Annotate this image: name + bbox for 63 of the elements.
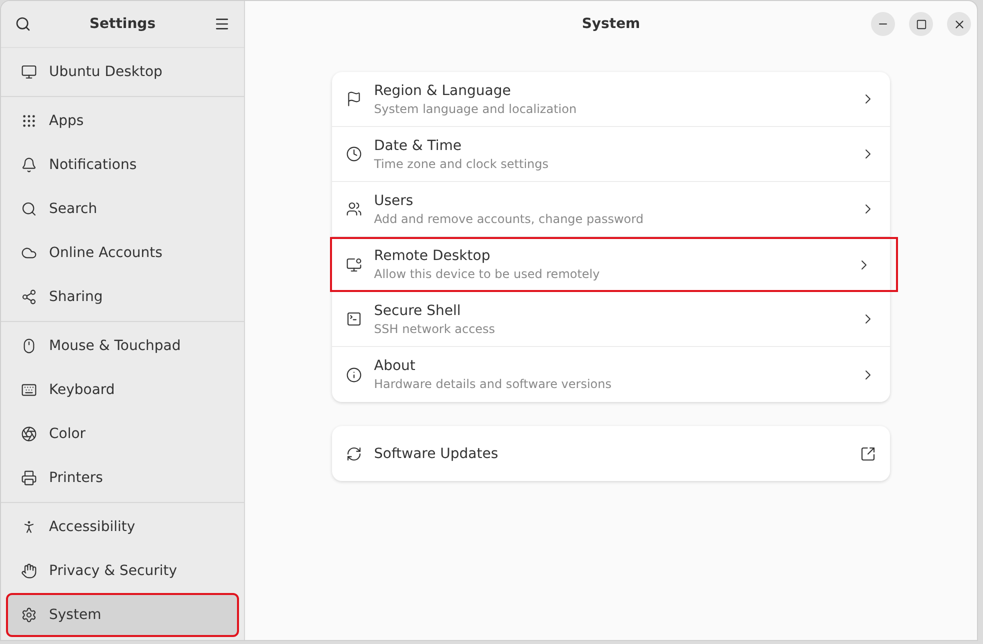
- sidebar-item[interactable]: Search: [6, 187, 239, 231]
- users-icon: [346, 201, 362, 217]
- share-icon: [21, 289, 37, 305]
- settings-row[interactable]: Date & Time Time zone and clock settings: [332, 127, 890, 182]
- search-icon: [15, 16, 31, 32]
- cloud-icon: [21, 245, 37, 261]
- row-title: Region & Language: [374, 82, 512, 98]
- row-subtitle: Allow this device to be used remotely: [374, 267, 601, 281]
- refresh-icon: [346, 446, 362, 462]
- settings-row[interactable]: Secure Shell SSH network access: [332, 292, 890, 347]
- close-icon: [952, 18, 966, 30]
- mouse-icon: [21, 338, 37, 354]
- row-title: Remote Desktop: [374, 248, 492, 264]
- settings-row[interactable]: Users Add and remove accounts, change password: [332, 182, 890, 237]
- monitor-icon: [346, 256, 362, 272]
- sidebar-item[interactable]: Apps: [6, 99, 239, 143]
- gear-icon: [21, 607, 37, 623]
- sidebar-item[interactable]: Accessibility: [6, 505, 239, 549]
- bell-icon: [21, 157, 37, 173]
- menu-button[interactable]: [214, 16, 230, 32]
- sidebar-item[interactable]: System: [6, 593, 239, 637]
- color-wheel-icon: [21, 426, 37, 442]
- sidebar-item[interactable]: Ubuntu Desktop: [6, 50, 239, 94]
- sidebar-title: Settings: [89, 16, 156, 32]
- settings-row[interactable]: About Hardware details and software versions: [332, 347, 890, 402]
- info-icon: [346, 366, 362, 382]
- external-link-icon: [860, 446, 876, 462]
- search-button[interactable]: [15, 16, 31, 32]
- row-title: Secure Shell: [374, 302, 462, 318]
- page-title: System: [582, 16, 640, 32]
- sidebar-item[interactable]: Keyboard: [6, 368, 239, 412]
- row-title: About: [374, 358, 416, 374]
- search-icon: [21, 201, 37, 217]
- settings-row[interactable]: Remote Desktop Allow this device to be used remotely: [330, 237, 898, 292]
- row-title: Users: [374, 192, 414, 208]
- row-subtitle: Add and remove accounts, change password: [374, 212, 644, 226]
- terminal-icon: [346, 311, 362, 327]
- sidebar-item[interactable]: Printers: [6, 456, 239, 500]
- hand-icon: [21, 563, 37, 579]
- sidebar-item[interactable]: Notifications: [6, 143, 239, 187]
- sidebar-item[interactable]: Mouse & Touchpad: [6, 324, 239, 368]
- row-subtitle: Time zone and clock settings: [374, 156, 550, 170]
- flag-icon: [346, 91, 362, 107]
- row-subtitle: System language and localization: [374, 102, 578, 116]
- close-button[interactable]: [947, 12, 971, 36]
- sidebar-item[interactable]: Sharing: [6, 275, 239, 319]
- grid-icon: [21, 113, 37, 129]
- keyboard-icon: [21, 382, 37, 398]
- row-subtitle: SSH network access: [374, 322, 496, 336]
- sidebar-item[interactable]: Online Accounts: [6, 231, 239, 275]
- sidebar-item[interactable]: Color: [6, 412, 239, 456]
- maximize-button[interactable]: [909, 12, 933, 36]
- row-title: Software Updates: [374, 446, 500, 462]
- maximize-icon: [916, 18, 926, 30]
- menu-icon: [214, 16, 230, 32]
- settings-row[interactable]: Software Updates: [332, 426, 890, 481]
- clock-icon: [346, 146, 362, 162]
- printer-icon: [21, 470, 37, 486]
- row-title: Date & Time: [374, 138, 463, 154]
- settings-row[interactable]: Region & Language System language and localization: [332, 72, 890, 127]
- row-subtitle: Hardware details and software versions: [374, 377, 612, 391]
- monitor-icon: [21, 64, 37, 80]
- sidebar-item[interactable]: Privacy & Security: [6, 549, 239, 593]
